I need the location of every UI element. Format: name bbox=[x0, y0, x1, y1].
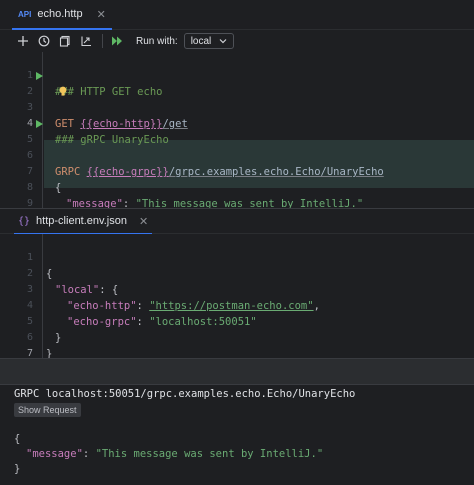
show-request-button[interactable]: Show Request bbox=[14, 403, 81, 417]
code-line: 5 GRPC {{echo-grpc}}/grpc.examples.echo.… bbox=[0, 116, 474, 178]
code-line: 8 "message": "This message was sent by I… bbox=[0, 164, 474, 210]
tab-echo-http[interactable]: API echo.http ✕ bbox=[12, 0, 112, 30]
copy-icon[interactable] bbox=[56, 32, 74, 50]
run-all-icon[interactable] bbox=[109, 32, 127, 50]
code-line: 7 bbox=[0, 330, 474, 359]
code-line: 1 ### HTTP GET echo bbox=[0, 52, 474, 98]
environment-select[interactable]: local bbox=[183, 33, 235, 49]
env-editor[interactable]: 1 { 2 "local": { 3 "echo-http": "https:/… bbox=[0, 234, 474, 360]
environment-value: local bbox=[190, 35, 212, 47]
history-icon[interactable] bbox=[35, 32, 53, 50]
response-brace: } bbox=[14, 463, 21, 475]
code-line: 2 GET {{echo-http}}/get bbox=[0, 68, 474, 130]
response-title: GRPC localhost:50051/grpc.examples.echo.… bbox=[14, 388, 356, 400]
toolbar-separator bbox=[102, 34, 103, 48]
run-with-label: Run with: bbox=[136, 35, 178, 47]
code-line: 9 } bbox=[0, 180, 474, 226]
tab-http-client-env[interactable]: {} http-client.env.json ✕ bbox=[14, 209, 153, 235]
convert-icon[interactable] bbox=[77, 32, 95, 50]
code-line: 3 bbox=[0, 84, 474, 113]
editor-tab-bar: API echo.http ✕ bbox=[0, 0, 474, 30]
code-line: 2 "local": { bbox=[0, 250, 474, 296]
panel-splitter[interactable] bbox=[0, 358, 474, 385]
code-line: 6 bbox=[0, 132, 474, 161]
run-request-icon[interactable] bbox=[36, 72, 43, 80]
code-line: 4 "echo-grpc": "localhost:50051" bbox=[0, 282, 474, 328]
close-icon[interactable]: ✕ bbox=[97, 8, 106, 21]
close-icon[interactable]: ✕ bbox=[139, 215, 148, 228]
http-editor[interactable]: 1 ### HTTP GET echo 2 GET {{echo-http}}/… bbox=[0, 52, 474, 226]
run-request-icon[interactable] bbox=[36, 120, 43, 128]
tab-label: echo.http bbox=[37, 8, 83, 20]
code-line: 3 "echo-http": "https://postman-echo.com… bbox=[0, 266, 474, 312]
code-line: 6 } bbox=[0, 314, 474, 360]
add-icon[interactable] bbox=[14, 32, 32, 50]
response-panel: GRPC localhost:50051/grpc.examples.echo.… bbox=[0, 385, 474, 485]
json-string: "This message was sent by IntelliJ." bbox=[95, 448, 324, 460]
chevron-down-icon bbox=[219, 39, 227, 44]
json-colon: : bbox=[82, 448, 96, 460]
code-line: 1 { bbox=[0, 234, 474, 280]
env-tab-bar: {} http-client.env.json ✕ bbox=[0, 208, 474, 235]
response-brace: { bbox=[14, 433, 21, 445]
http-toolbar: Run with: local bbox=[0, 30, 474, 52]
json-key: "message" bbox=[26, 448, 83, 460]
api-file-icon: API bbox=[18, 9, 32, 19]
tab-label: http-client.env.json bbox=[36, 215, 127, 227]
code-line: 4 ### gRPC UnaryEcho bbox=[0, 100, 474, 146]
lightbulb-icon[interactable] bbox=[59, 86, 67, 97]
json-file-icon: {} bbox=[18, 215, 31, 227]
response-line: "message": "This message was sent by Int… bbox=[26, 448, 323, 460]
code-line: 7 { bbox=[0, 148, 474, 194]
code-line: 5 } bbox=[0, 298, 474, 344]
